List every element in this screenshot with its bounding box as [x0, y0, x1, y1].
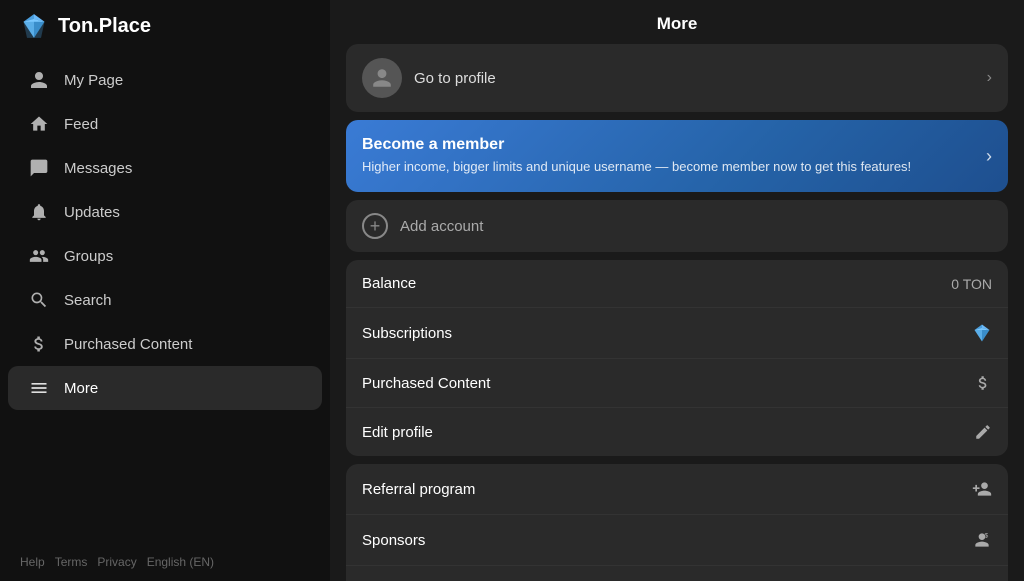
avatar — [362, 58, 402, 98]
edit-profile-label: Edit profile — [362, 424, 433, 441]
become-member-title: Become a member — [362, 136, 976, 154]
sidebar-item-feed-label: Feed — [64, 116, 98, 133]
purchased-content-label: Purchased Content — [362, 375, 490, 392]
menu-card-2: Referral program Sponsors $ Groups — [346, 464, 1008, 581]
sponsors-icon: $ — [972, 530, 992, 550]
sidebar-item-my-page-label: My Page — [64, 72, 123, 89]
diamond-icon — [972, 323, 992, 343]
edit-profile-icon — [974, 423, 992, 441]
menu-icon — [28, 377, 50, 399]
groups-row[interactable]: Groups — [346, 566, 1008, 581]
main-content: More Go to profile › Become a member Hig… — [330, 0, 1024, 581]
sidebar-item-search[interactable]: Search — [8, 278, 322, 322]
sidebar-footer: Help Terms Privacy English (EN) — [0, 543, 330, 581]
sidebar-item-groups[interactable]: Groups — [8, 234, 322, 278]
footer-terms[interactable]: Terms — [55, 555, 88, 569]
subscriptions-label: Subscriptions — [362, 325, 452, 342]
become-member-text-area: Become a member Higher income, bigger li… — [362, 136, 976, 176]
group-icon — [28, 245, 50, 267]
home-icon — [28, 113, 50, 135]
footer-language[interactable]: English (EN) — [147, 555, 214, 569]
go-to-profile-row[interactable]: Go to profile › — [346, 44, 1008, 112]
footer-privacy[interactable]: Privacy — [97, 555, 136, 569]
subscriptions-right — [972, 323, 992, 343]
person-icon — [28, 69, 50, 91]
balance-label: Balance — [362, 275, 416, 292]
bell-icon — [28, 201, 50, 223]
referral-row[interactable]: Referral program — [346, 464, 1008, 515]
sidebar-item-updates-label: Updates — [64, 204, 120, 221]
menu-card-1: Balance 0 TON Subscriptions Purchased Co… — [346, 260, 1008, 456]
chevron-right-icon: › — [987, 69, 992, 87]
footer-help[interactable]: Help — [20, 555, 45, 569]
purchased-content-row[interactable]: Purchased Content — [346, 359, 1008, 408]
logo-area: Ton.Place — [0, 0, 330, 52]
dollar-icon — [28, 333, 50, 355]
main-header: More — [330, 0, 1024, 44]
add-account-label: Add account — [400, 218, 483, 235]
sidebar-item-more[interactable]: More — [8, 366, 322, 410]
add-account-row[interactable]: + Add account — [346, 200, 1008, 252]
sidebar-item-feed[interactable]: Feed — [8, 102, 322, 146]
sidebar-item-my-page[interactable]: My Page — [8, 58, 322, 102]
go-to-profile-text: Go to profile — [414, 70, 975, 87]
svg-text:$: $ — [985, 533, 989, 540]
balance-value: 0 TON — [951, 276, 992, 292]
content-area: Go to profile › Become a member Higher i… — [330, 44, 1024, 581]
sidebar-item-purchased-content[interactable]: Purchased Content — [8, 322, 322, 366]
sidebar-item-messages-label: Messages — [64, 160, 132, 177]
referral-icon — [972, 479, 992, 499]
subscriptions-row[interactable]: Subscriptions — [346, 308, 1008, 359]
sidebar-item-groups-label: Groups — [64, 248, 113, 265]
chat-icon — [28, 157, 50, 179]
sidebar-item-messages[interactable]: Messages — [8, 146, 322, 190]
sidebar: Ton.Place My Page Feed Messages Update — [0, 0, 330, 581]
main-title: More — [657, 14, 698, 33]
become-member-description: Higher income, bigger limits and unique … — [362, 158, 976, 176]
search-icon — [28, 289, 50, 311]
sidebar-item-purchased-content-label: Purchased Content — [64, 336, 192, 353]
sidebar-item-search-label: Search — [64, 292, 112, 309]
sponsors-row[interactable]: Sponsors $ — [346, 515, 1008, 566]
balance-row: Balance 0 TON — [346, 260, 1008, 308]
sponsors-label: Sponsors — [362, 532, 425, 549]
edit-profile-row[interactable]: Edit profile — [346, 408, 1008, 456]
sidebar-item-more-label: More — [64, 380, 98, 397]
become-member-banner[interactable]: Become a member Higher income, bigger li… — [346, 120, 1008, 192]
referral-label: Referral program — [362, 481, 475, 498]
sidebar-item-updates[interactable]: Updates — [8, 190, 322, 234]
become-member-arrow-icon: › — [986, 146, 992, 167]
add-circle-icon: + — [362, 213, 388, 239]
purchased-content-icon — [974, 374, 992, 392]
logo-diamond-icon — [20, 12, 48, 40]
sidebar-title: Ton.Place — [58, 15, 151, 38]
sidebar-nav: My Page Feed Messages Updates Groups — [0, 52, 330, 543]
